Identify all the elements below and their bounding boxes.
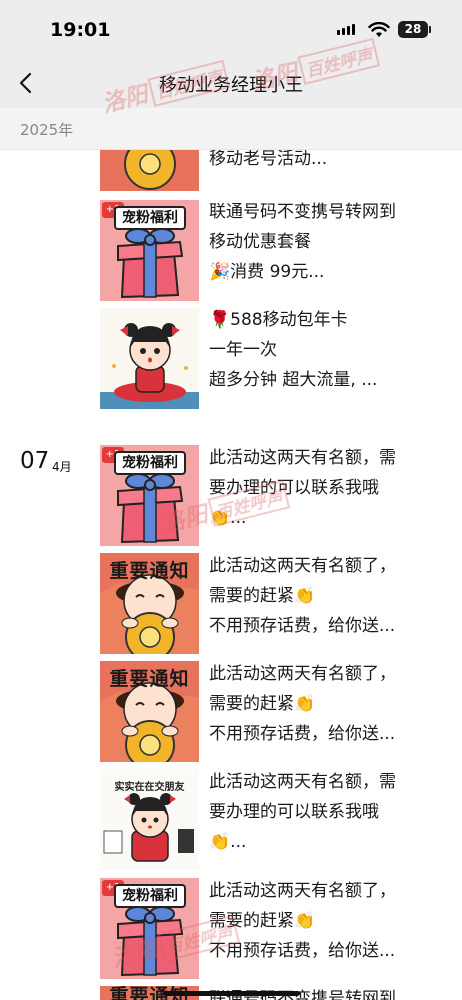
- notice-title-text: 重要通知: [109, 668, 190, 690]
- year-label: 2025年: [20, 121, 74, 139]
- date-day: 07: [20, 448, 50, 474]
- post-thumbnail[interactable]: 实实在在交朋友: [100, 769, 199, 870]
- post-thumbnail[interactable]: +1 宠粉福利: [100, 200, 199, 301]
- notice-coin-image: [100, 150, 199, 191]
- post-thumbnail[interactable]: 重要通知: [100, 661, 199, 762]
- post-caption[interactable]: 联通号码不变携号转网到 移动优惠套餐 🎉消费 99元...: [209, 197, 434, 287]
- date-month: 4月: [52, 460, 72, 474]
- cartoon-girl-image: [100, 308, 199, 409]
- status-time: 19:01: [50, 19, 111, 41]
- post-thumbnail[interactable]: [100, 150, 199, 191]
- gift-badge-label: 宠粉福利: [114, 451, 186, 475]
- battery-tip: [429, 26, 431, 33]
- page-title: 移动业务经理小王: [159, 75, 303, 96]
- home-indicator[interactable]: [163, 991, 300, 996]
- post-caption[interactable]: 此活动这两天有名额了， 需要的赶紧👏 不用预存话费，给你送...: [209, 551, 434, 641]
- post-thumbnail[interactable]: 重要通知: [100, 553, 199, 654]
- gift-badge-label: 宠粉福利: [114, 884, 186, 908]
- post-caption[interactable]: 此活动这两天有名额了， 需要的赶紧👏 不用预存话费，给你送...: [209, 876, 434, 966]
- post-thumbnail[interactable]: [100, 308, 199, 409]
- post-caption[interactable]: 此活动这两天有名额了， 需要的赶紧👏 不用预存话费，给你送...: [209, 659, 434, 749]
- moments-feed[interactable]: 移动老号活动... +1 宠粉福利 联通号码不变携号转网到 移动优惠套餐 🎉消费…: [0, 150, 462, 1000]
- post-caption[interactable]: 移动老号活动...: [209, 150, 434, 174]
- year-header: 2025年: [0, 108, 462, 150]
- notice-title-text: 重要通知: [109, 560, 190, 582]
- gift-badge-label: 宠粉福利: [114, 206, 186, 230]
- post-caption[interactable]: 🌹588移动包年卡 一年一次 超多分钟 超大流量, ...: [209, 305, 434, 395]
- status-bar: 19:01 28: [0, 0, 462, 58]
- nav-bar: 移动业务经理小王: [0, 58, 462, 108]
- battery-indicator: 28: [398, 21, 428, 38]
- post-caption[interactable]: 此活动这两天有名额，需 要办理的可以联系我哦 👏...: [209, 767, 434, 857]
- girl-caption-text: 实实在在交朋友: [114, 782, 185, 793]
